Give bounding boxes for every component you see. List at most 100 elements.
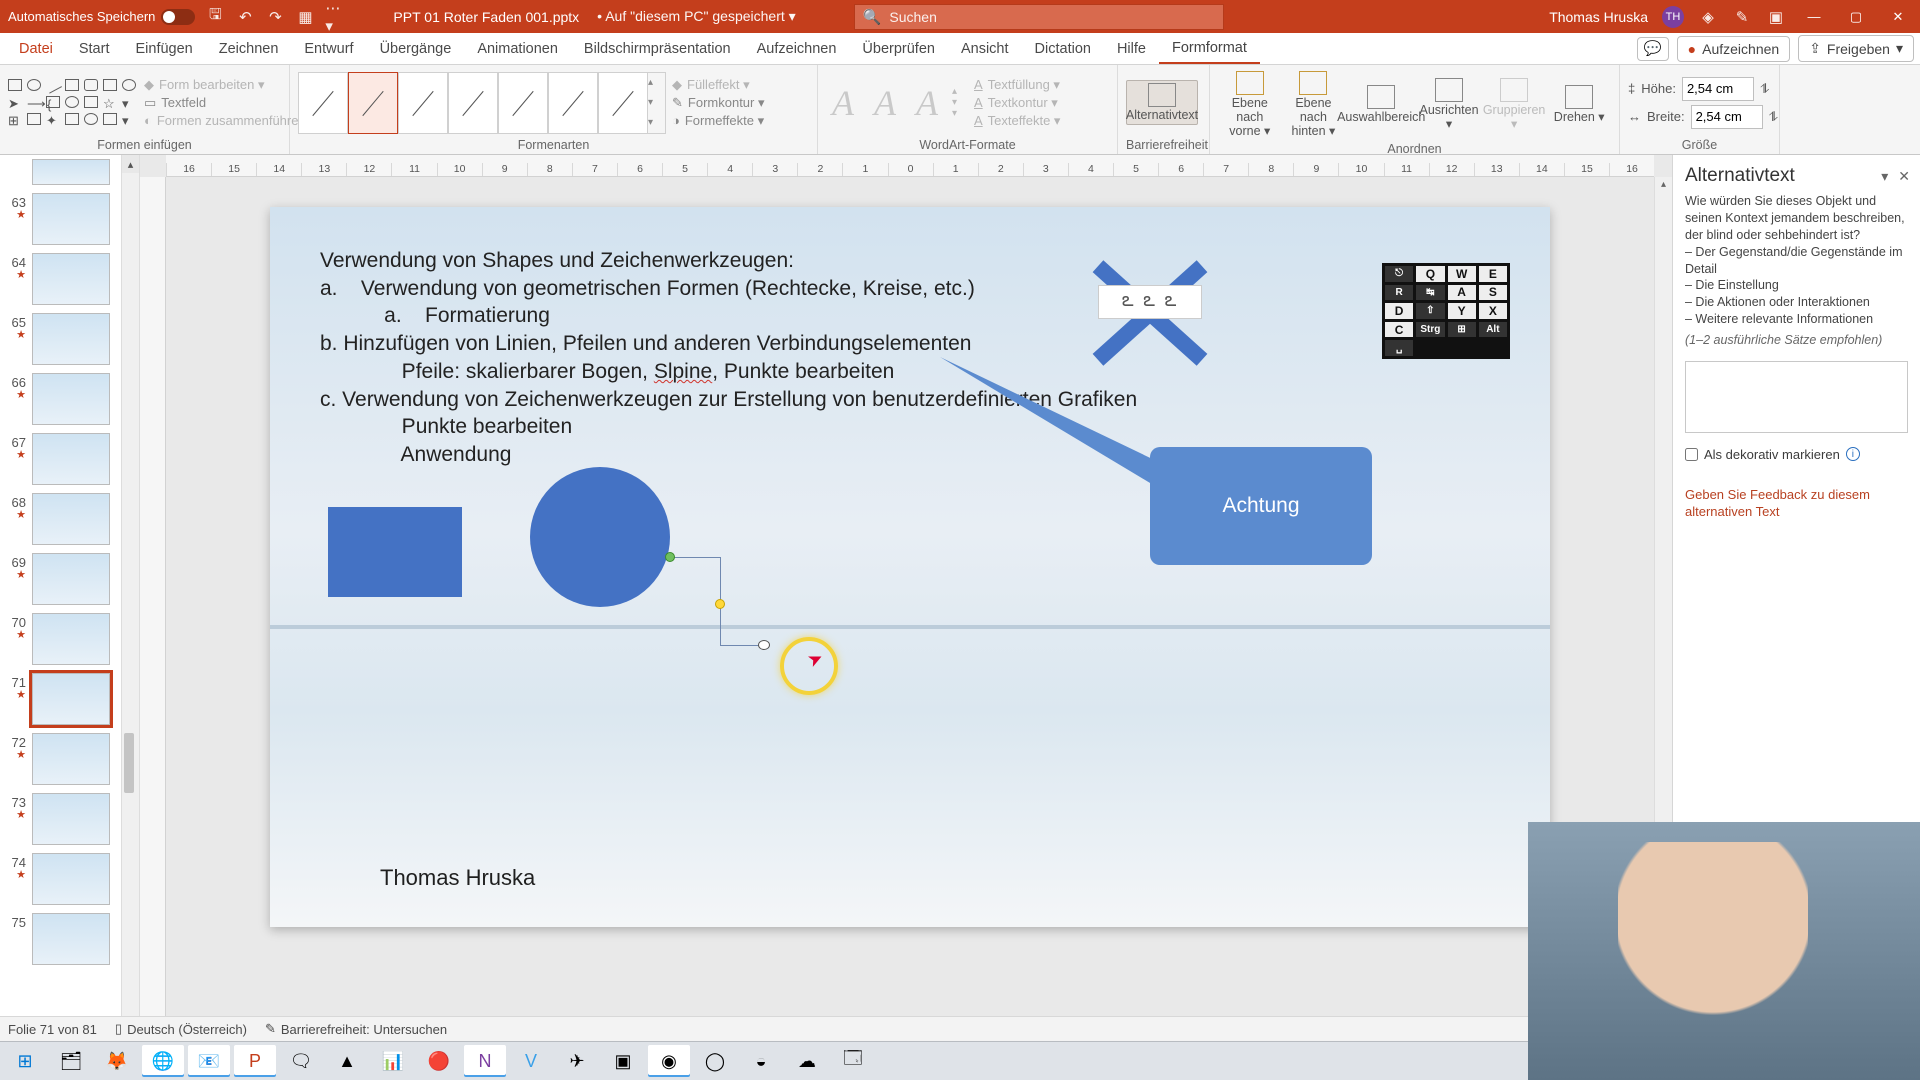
tab-animations[interactable]: Animationen [464,33,571,64]
share-button[interactable]: ⇪ Freigeben ▾ [1798,35,1914,62]
diamond-icon[interactable]: ◈ [1698,7,1718,27]
undo-icon[interactable]: ↶ [235,7,255,27]
width-input[interactable] [1691,105,1763,129]
align-button[interactable]: Ausrichten ▾ [1417,76,1481,134]
tab-start[interactable]: Start [66,33,123,64]
pane-options-icon[interactable]: ▾ [1881,168,1888,185]
wordart-gallery[interactable]: AAA ▴▾▾ [826,82,968,124]
document-title[interactable]: PPT 01 Roter Faden 001.pptx [393,9,579,25]
width-field[interactable]: ↔ Breite:⥮ [1628,105,1778,129]
taskbar-app-5[interactable]: ◯ [694,1045,736,1077]
toggle-switch-icon[interactable] [161,9,195,25]
slide-thumbnail[interactable]: 68★ [4,493,139,545]
tab-dictation[interactable]: Dictation [1022,33,1104,64]
info-icon[interactable]: i [1846,447,1860,461]
thumbnails-scrollbar[interactable]: ▴▾ [121,155,139,1055]
brush-icon[interactable]: ✎ [1732,7,1752,27]
slide-thumbnail[interactable]: 69★ [4,553,139,605]
slide-thumbnails[interactable]: 63★64★65★66★67★68★69★70★71★72★73★74★75 ▴… [0,155,140,1055]
decorative-checkbox-input[interactable] [1685,448,1698,461]
shape-effects-button[interactable]: ◑ Formeffekte ▾ [672,113,765,129]
slide-text[interactable]: Verwendung von Shapes und Zeichenwerkzeu… [320,247,1490,469]
line-style-gallery[interactable]: ▴▾▾ [298,72,666,134]
taskbar-app-6[interactable]: ◒ [740,1045,782,1077]
elbow-connector-selected[interactable] [670,557,770,657]
taskbar-app-4[interactable]: ▣ [602,1045,644,1077]
rotate-button[interactable]: Drehen ▾ [1547,83,1611,127]
callout-shape[interactable]: Achtung [1150,447,1372,565]
slide-thumbnail[interactable]: 66★ [4,373,139,425]
rectangle-shape[interactable] [328,507,462,597]
shape-outline-button[interactable]: ✎ Formkontur ▾ [672,95,765,111]
feedback-link[interactable]: Geben Sie Feedback zu diesem alternative… [1673,466,1920,521]
tab-insert[interactable]: Einfügen [122,33,205,64]
height-field[interactable]: ‡ Höhe:⥮ [1628,77,1778,101]
slide-thumbnail[interactable]: 65★ [4,313,139,365]
decorative-checkbox[interactable]: Als dekorativ markieren i [1673,443,1920,466]
taskbar-app-8[interactable]: 🗔 [832,1045,874,1077]
search-input[interactable] [889,9,1214,25]
slide-thumbnail[interactable]: 64★ [4,253,139,305]
tab-record[interactable]: Aufzeichnen [744,33,850,64]
tab-draw[interactable]: Zeichnen [206,33,292,64]
taskbar-outlook[interactable]: 📧 [188,1045,230,1077]
user-name[interactable]: Thomas Hruska [1549,9,1648,25]
tab-slideshow[interactable]: Bildschirmpräsentation [571,33,744,64]
tab-file[interactable]: Datei [6,33,66,64]
taskbar-chrome[interactable]: 🌐 [142,1045,184,1077]
taskbar-vscode[interactable]: V [510,1045,552,1077]
slide-thumbnail[interactable]: 72★ [4,733,139,785]
slide-canvas[interactable]: Verwendung von Shapes und Zeichenwerkzeu… [270,207,1550,927]
taskbar-powerpoint[interactable]: P [234,1045,276,1077]
send-backward-button[interactable]: Ebene nach hinten ▾ [1282,69,1346,140]
author-name[interactable]: Thomas Hruska [380,865,535,891]
taskbar-obs[interactable]: ◉ [648,1045,690,1077]
slide-thumbnail[interactable]: 71★ [4,673,139,725]
comments-button[interactable]: 💬 [1637,37,1669,61]
alt-text-button[interactable]: Alternativtext [1126,80,1198,126]
close-button[interactable]: ✕ [1884,6,1912,28]
circle-shape[interactable] [530,467,670,607]
taskbar-telegram[interactable]: ✈ [556,1045,598,1077]
tab-review[interactable]: Überprüfen [849,33,948,64]
tab-view[interactable]: Ansicht [948,33,1022,64]
slide-thumbnail[interactable]: 73★ [4,793,139,845]
tab-help[interactable]: Hilfe [1104,33,1159,64]
slide-counter[interactable]: Folie 71 von 81 [8,1022,97,1037]
record-button[interactable]: Aufzeichnen [1677,36,1791,62]
keyboard-image[interactable]: ⎋QWER↹ASD⇧YXCStrg⊞Alt␣ [1382,263,1510,359]
accessibility-status[interactable]: ✎ Barrierefreiheit: Untersuchen [265,1021,447,1037]
maximize-button[interactable]: ▢ [1842,6,1870,28]
alt-text-input[interactable] [1685,361,1908,433]
taskbar-firefox[interactable]: 🦊 [96,1045,138,1077]
start-button[interactable]: ⊞ [4,1045,46,1077]
taskbar-onenote[interactable]: N [464,1045,506,1077]
taskbar-app-7[interactable]: ☁ [786,1045,828,1077]
taskbar-app-3[interactable]: 🔴 [418,1045,460,1077]
taskbar-app-1[interactable]: 🗨 [280,1045,322,1077]
redo-icon[interactable]: ↷ [265,7,285,27]
shape-gallery[interactable]: ➤⟶{☆▾ ⊞✦▾ [8,79,138,127]
qat-more-icon[interactable]: ⋯ ▾ [325,7,345,27]
save-status[interactable]: • Auf "diesem PC" gespeichert ▾ [597,8,796,25]
selection-pane-button[interactable]: Auswahlbereich [1345,83,1417,127]
connector-end-handle[interactable] [758,640,770,650]
window-icon[interactable]: ▣ [1766,7,1786,27]
bring-forward-button[interactable]: Ebene nach vorne ▾ [1218,69,1282,140]
slide-thumbnail[interactable]: 70★ [4,613,139,665]
slide-editor[interactable]: 1615141312111098765432101234567891011121… [140,155,1672,1055]
minimize-button[interactable]: — [1800,6,1828,28]
x-inset-img[interactable]: ఽ ఽ ఽ [1098,285,1202,319]
tab-transitions[interactable]: Übergänge [367,33,465,64]
connector-adjust-handle[interactable] [715,599,725,609]
slide-thumbnail[interactable]: 67★ [4,433,139,485]
language-status[interactable]: ▯ Deutsch (Österreich) [115,1021,247,1037]
user-avatar[interactable]: TH [1662,6,1684,28]
present-icon[interactable]: ▦ [295,7,315,27]
slide-thumbnail[interactable]: 63★ [4,193,139,245]
pane-close-icon[interactable]: ✕ [1898,168,1910,185]
slide-thumbnail[interactable]: 74★ [4,853,139,905]
taskbar-app-2[interactable]: 📊 [372,1045,414,1077]
autosave-toggle[interactable]: Automatisches Speichern [8,9,195,25]
taskbar-explorer[interactable]: 🗂 [50,1045,92,1077]
